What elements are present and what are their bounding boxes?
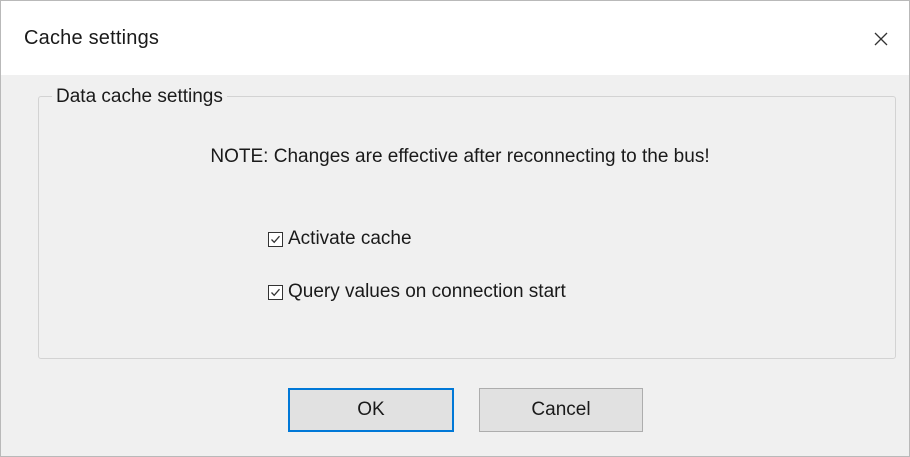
checkmark-icon bbox=[271, 235, 280, 243]
title-bar: Cache settings bbox=[1, 1, 909, 75]
activate-cache-checkbox[interactable] bbox=[268, 231, 283, 247]
close-button[interactable] bbox=[853, 17, 909, 61]
checkmark-icon bbox=[271, 288, 280, 296]
query-values-label: Query values on connection start bbox=[288, 281, 566, 302]
activate-cache-option[interactable]: Activate cache bbox=[268, 228, 412, 250]
window-title: Cache settings bbox=[24, 27, 160, 49]
ok-button[interactable]: OK bbox=[288, 388, 454, 432]
data-cache-groupbox bbox=[38, 96, 896, 359]
query-values-checkbox[interactable] bbox=[268, 284, 283, 300]
reconnect-note: NOTE: Changes are effective after reconn… bbox=[210, 146, 710, 167]
groupbox-legend: Data cache settings bbox=[52, 86, 227, 108]
query-values-option[interactable]: Query values on connection start bbox=[268, 281, 566, 303]
activate-cache-label: Activate cache bbox=[288, 228, 412, 249]
close-icon bbox=[874, 32, 888, 46]
cancel-button[interactable]: Cancel bbox=[479, 388, 643, 432]
